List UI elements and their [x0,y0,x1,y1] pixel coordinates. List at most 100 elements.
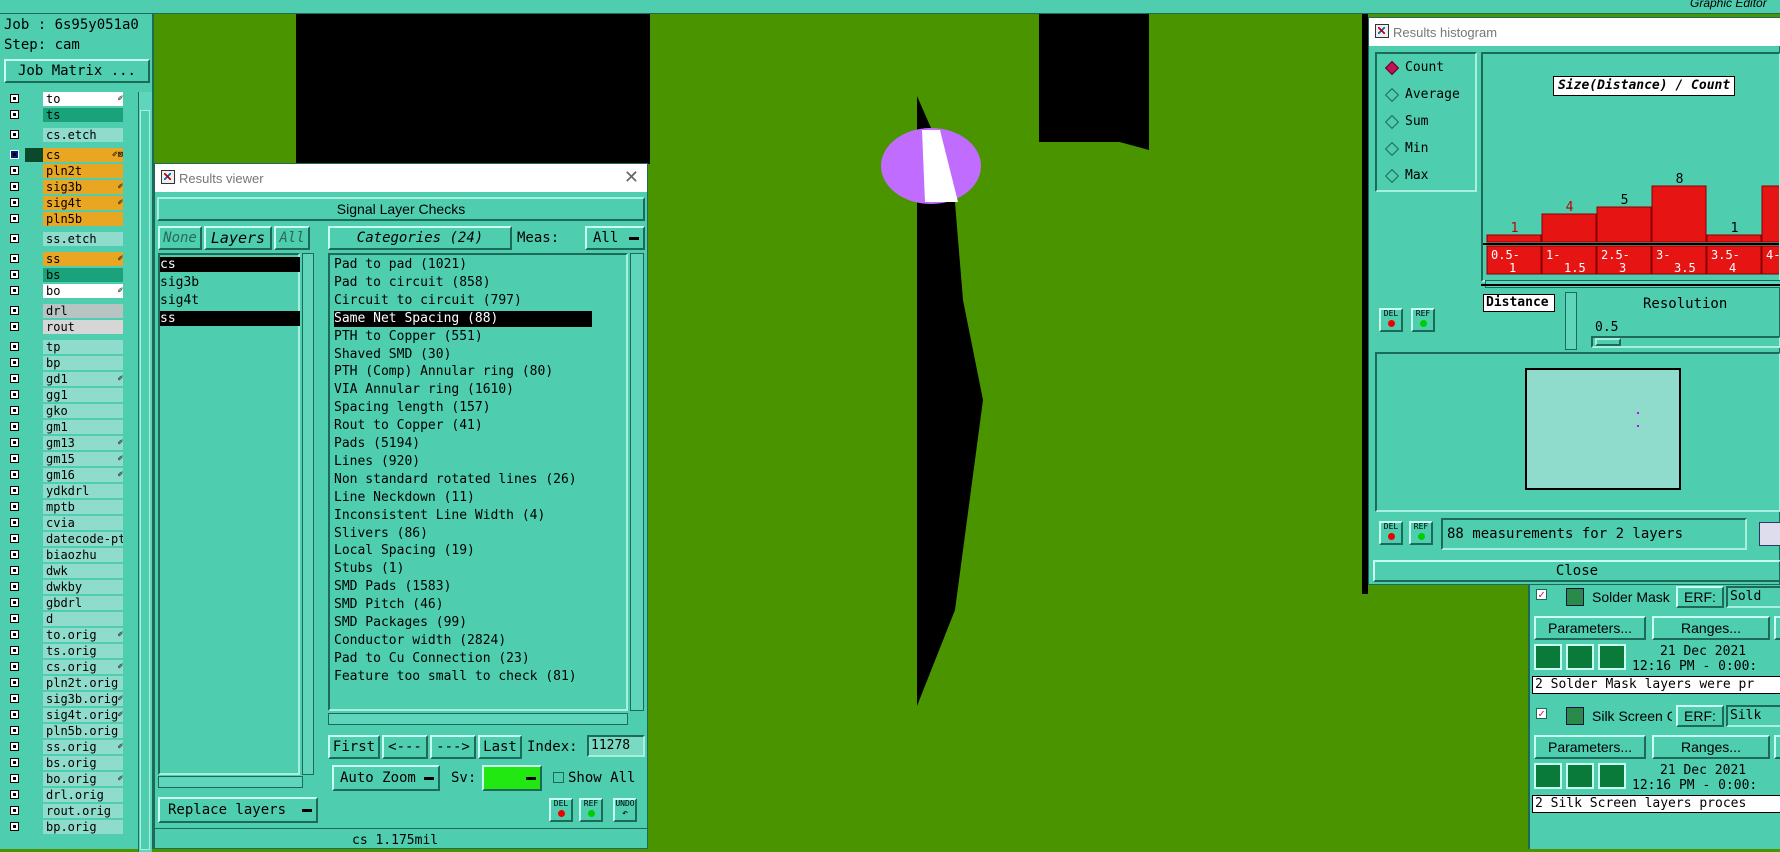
meas-dropdown[interactable]: All [585,226,645,250]
layer-visibility-checkbox[interactable] [10,470,19,479]
layer-color-swatch[interactable] [25,820,43,834]
layer-color-swatch[interactable] [25,580,43,594]
layer-visibility-checkbox[interactable] [10,662,19,671]
index-input[interactable]: 11278 [587,735,645,757]
layer-visibility-checkbox[interactable] [10,438,19,447]
layer-visibility-checkbox[interactable] [10,286,19,295]
layer-color-swatch[interactable] [25,196,43,210]
layer-visibility-checkbox[interactable] [10,358,19,367]
category-item[interactable]: PTH to Copper (551) [334,329,483,345]
layer-row-bo[interactable]: bo ✐ [5,284,125,298]
resolution-slider-thumb[interactable] [1595,338,1621,346]
layer-visibility-checkbox[interactable] [10,550,19,559]
layer-row-pln5b-orig[interactable]: pln5b.orig [5,724,125,738]
category-item[interactable]: Shaved SMD (30) [334,347,451,363]
layer-color-swatch[interactable] [25,304,43,318]
layer-color-swatch[interactable] [25,320,43,334]
layer-name[interactable]: gd1 [43,372,123,386]
layer-row-drl-orig[interactable]: drl.orig [5,788,125,802]
ranges-button[interactable]: Ranges... [1652,616,1770,640]
layer-visibility-checkbox[interactable] [10,270,19,279]
layer-name[interactable]: bs.orig [43,756,123,770]
layer-row-rout[interactable]: rout [5,320,125,334]
layer-visibility-checkbox[interactable] [10,150,19,159]
layer-name[interactable]: to.orig [43,628,123,642]
layer-row-ts-orig[interactable]: ts.orig [5,644,125,658]
layer-row-ss-orig[interactable]: ss.orig ✐ [5,740,125,754]
layer-visibility-checkbox[interactable] [10,726,19,735]
layer-color-swatch[interactable] [25,148,43,162]
category-vscroll[interactable] [630,253,644,711]
histogram-bar[interactable] [1651,185,1707,243]
layer-name[interactable]: rout [43,320,123,334]
layer-visibility-checkbox[interactable] [10,254,19,263]
layer-color-swatch[interactable] [25,268,43,282]
layer-color-swatch[interactable] [25,180,43,194]
layer-visibility-checkbox[interactable] [10,374,19,383]
distance-vscroll[interactable] [1565,292,1577,350]
layer-row-ss[interactable]: ss ✐ [5,252,125,266]
undo-button[interactable]: UNDO ↶ [613,798,637,822]
layer-name[interactable]: rout.orig [43,804,123,818]
erf-dropdown[interactable]: ERF: [1676,586,1724,608]
category-hscroll[interactable] [328,713,628,725]
layer-visibility-checkbox[interactable] [10,694,19,703]
layer-row-cs-orig[interactable]: cs.orig ✐ [5,660,125,674]
category-item[interactable]: Local Spacing (19) [334,543,475,559]
layer-name[interactable]: sig3b [43,180,123,194]
layer-visibility-checkbox[interactable] [10,306,19,315]
category-item[interactable]: Feature too small to check (81) [334,669,577,685]
layer-name[interactable]: mptb [43,500,123,514]
erf-dropdown[interactable]: ERF: [1676,705,1724,727]
layer-visibility-checkbox[interactable] [10,422,19,431]
layer-row-drl[interactable]: drl [5,304,125,318]
layer-visibility-checkbox[interactable] [10,166,19,175]
layer-color-swatch[interactable] [25,436,43,450]
check-enable-checkbox[interactable]: ✓ [1536,708,1547,719]
layer-row-d[interactable]: d [5,612,125,626]
layer-visibility-checkbox[interactable] [10,94,19,103]
histogram-close-button[interactable]: Close [1373,560,1780,582]
layer-color-swatch[interactable] [25,388,43,402]
histogram-bar[interactable] [1761,185,1779,243]
layer-name[interactable]: ydkdrl [43,484,123,498]
next-button[interactable]: ---> [430,735,476,759]
layer-row-gm15[interactable]: gm15 ✐ [5,452,125,466]
layer-color-swatch[interactable] [25,232,43,246]
layer-visibility-checkbox[interactable] [10,214,19,223]
layer-color-swatch[interactable] [25,284,43,298]
layer-row-pln5b[interactable]: pln5b [5,212,125,226]
layer-visibility-checkbox[interactable] [10,534,19,543]
layer-visibility-checkbox[interactable] [10,406,19,415]
layer-name[interactable]: bs [43,268,123,282]
layer-row-sig4t-orig[interactable]: sig4t.orig ✐ [5,708,125,722]
layer-visibility-checkbox[interactable] [10,518,19,527]
layer-color-swatch[interactable] [25,356,43,370]
erf-value[interactable]: Sold [1726,586,1780,608]
run-icon[interactable] [1566,644,1594,670]
layer-name[interactable]: gm13 [43,436,123,450]
layer-row-cs-etch[interactable]: cs.etch [5,128,125,142]
layer-row-datecode-pt[interactable]: datecode-pt [5,532,125,546]
layer-name[interactable]: bo.orig [43,772,123,786]
category-item[interactable]: PTH (Comp) Annular ring (80) [334,364,553,380]
close-icon[interactable]: ✕ [624,167,639,188]
layer-name[interactable]: cs [43,148,123,162]
layer-color-swatch[interactable] [25,740,43,754]
layer-row-sig4t[interactable]: sig4t ✐ [5,196,125,210]
layer-name[interactable]: cs.etch [43,128,123,142]
layer-color-swatch[interactable] [25,788,43,802]
first-button[interactable]: First [328,735,380,759]
mode-average-radio[interactable]: Average [1384,87,1460,102]
parameters-button[interactable]: Parameters... [1534,735,1646,759]
layer-row-dwk[interactable]: dwk [5,564,125,578]
layer-row-gd1[interactable]: gd1 ✐ [5,372,125,386]
category-item[interactable]: Line Neckdown (11) [334,490,475,506]
mode-max-radio[interactable]: Max [1384,168,1428,183]
layer-color-swatch[interactable] [25,404,43,418]
layer-visibility-checkbox[interactable] [10,614,19,623]
layer-visibility-checkbox[interactable] [10,198,19,207]
layer-name[interactable]: d [43,612,123,626]
layer-visibility-checkbox[interactable] [10,110,19,119]
layer-visibility-checkbox[interactable] [10,234,19,243]
